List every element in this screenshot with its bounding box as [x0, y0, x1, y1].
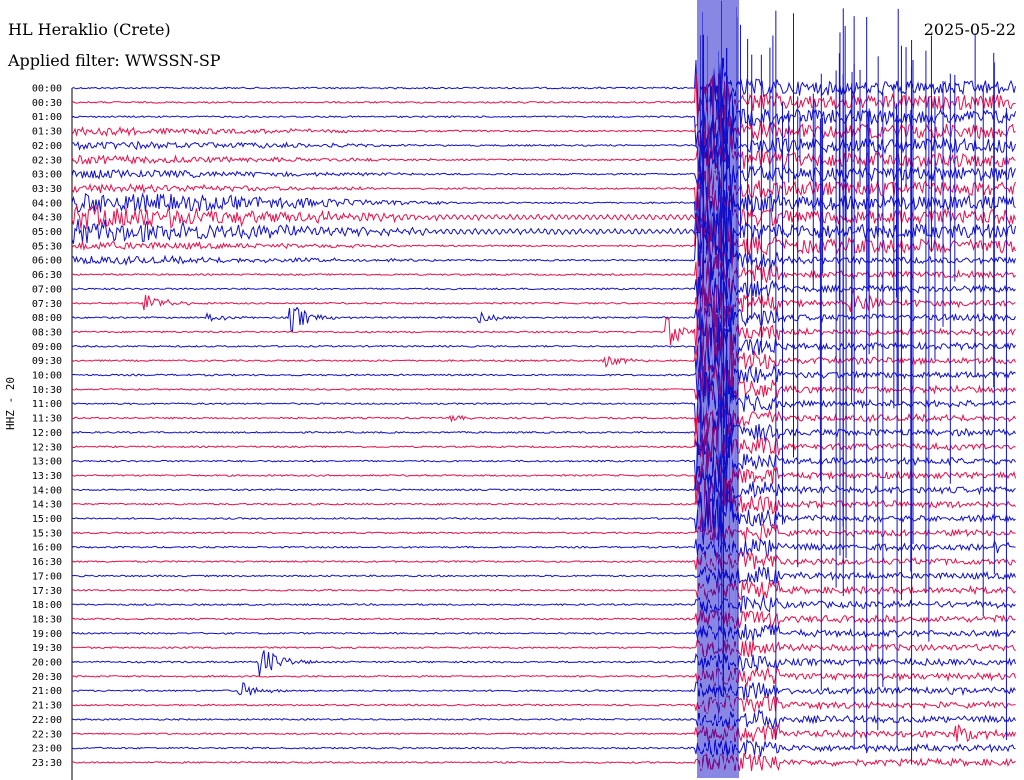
row-label: 12:00 [32, 428, 62, 439]
trace-line [71, 288, 1016, 347]
trace-line [71, 402, 1016, 462]
row-label: 16:30 [32, 557, 62, 568]
trace-line [71, 738, 1016, 758]
row-label: 11:00 [32, 399, 62, 410]
trace-line [71, 666, 1016, 688]
row-label: 06:00 [32, 256, 62, 267]
row-label: 04:00 [32, 198, 62, 209]
trace-line [71, 361, 1016, 418]
trace-line [71, 681, 1016, 701]
row-label: 14:00 [32, 485, 62, 496]
row-label: 19:30 [32, 643, 62, 654]
row-label: 09:30 [32, 356, 62, 367]
trace-line [71, 432, 1016, 491]
trace-line [71, 317, 1016, 376]
row-label: 23:30 [32, 758, 62, 769]
row-label: 19:00 [32, 629, 62, 640]
trace-line [71, 609, 1016, 630]
row-label: 07:00 [32, 284, 62, 295]
row-label: 06:30 [32, 270, 62, 281]
trace-line [71, 448, 1016, 507]
row-label: 05:30 [32, 241, 62, 252]
trace-line [71, 376, 1016, 433]
trace-line [71, 332, 1016, 391]
row-label: 05:00 [32, 227, 62, 238]
row-label: 03:00 [32, 170, 62, 181]
row-label: 11:30 [32, 414, 62, 425]
row-label: 09:00 [32, 342, 62, 353]
row-label: 21:30 [32, 701, 62, 712]
row-label: 22:00 [32, 715, 62, 726]
trace-line [71, 345, 1016, 405]
trace-line [71, 86, 1016, 147]
row-label: 12:30 [32, 442, 62, 453]
row-label: 00:30 [32, 98, 62, 109]
trace-line [71, 538, 1016, 558]
row-label: 22:30 [32, 729, 62, 740]
row-label: 20:30 [32, 672, 62, 683]
trace-line [71, 523, 1016, 542]
row-label: 17:00 [32, 571, 62, 582]
trace-line [71, 263, 1016, 317]
row-label: 00:00 [32, 84, 62, 95]
row-label: 15:00 [32, 514, 62, 525]
trace-line [71, 466, 1016, 514]
trace-line [71, 173, 1016, 234]
row-label: 03:30 [32, 184, 62, 195]
row-label: 08:00 [32, 313, 62, 324]
row-label: 13:30 [32, 471, 62, 482]
row-label: 14:30 [32, 500, 62, 511]
row-label: 17:30 [32, 586, 62, 597]
row-label: 04:30 [32, 213, 62, 224]
trace-line [71, 550, 1016, 572]
trace-line [71, 637, 1016, 658]
trace-line [71, 215, 1016, 273]
trace-line [71, 57, 1016, 117]
row-label: 18:00 [32, 600, 62, 611]
row-label: 01:00 [32, 112, 62, 123]
row-label: 10:00 [32, 371, 62, 382]
trace-line [71, 595, 1016, 614]
trace-line [71, 695, 1016, 715]
row-label: 21:00 [32, 686, 62, 697]
trace-line [71, 723, 1016, 743]
row-label: 18:30 [32, 614, 62, 625]
trace-line [72, 114, 1016, 172]
row-label: 08:30 [32, 327, 62, 338]
trace-line [71, 418, 1016, 477]
row-label: 02:30 [32, 155, 62, 166]
trace-line [71, 477, 1016, 533]
trace-line [71, 391, 1016, 447]
row-label: 10:30 [32, 385, 62, 396]
trace-line [71, 145, 1016, 201]
trace-line [71, 273, 1016, 331]
trace-line [71, 623, 1016, 642]
trace-line [71, 250, 1016, 304]
trace-line [71, 708, 1016, 730]
row-label: 07:30 [32, 299, 62, 310]
row-label: 13:00 [32, 457, 62, 468]
row-label: 16:00 [32, 543, 62, 554]
row-label: 02:00 [32, 141, 62, 152]
row-label: 20:00 [32, 658, 62, 669]
trace-line [71, 650, 1016, 677]
trace-line [71, 102, 1016, 162]
trace-line [71, 580, 1016, 601]
helicorder-plot: 00:00 00:30 01:00 01:30 02:00 02:30 03:00 03:30… [32, 0, 1016, 780]
trace-line [71, 566, 1016, 586]
row-label: 23:00 [32, 744, 62, 755]
trace-line [71, 490, 1016, 548]
trace-line [71, 130, 1016, 190]
row-label: 01:30 [32, 127, 62, 138]
trace-line [71, 170, 1016, 218]
trace-line [71, 303, 1016, 362]
trace-line [71, 73, 1016, 132]
row-label: 15:30 [32, 528, 62, 539]
trace-line [71, 752, 1016, 772]
